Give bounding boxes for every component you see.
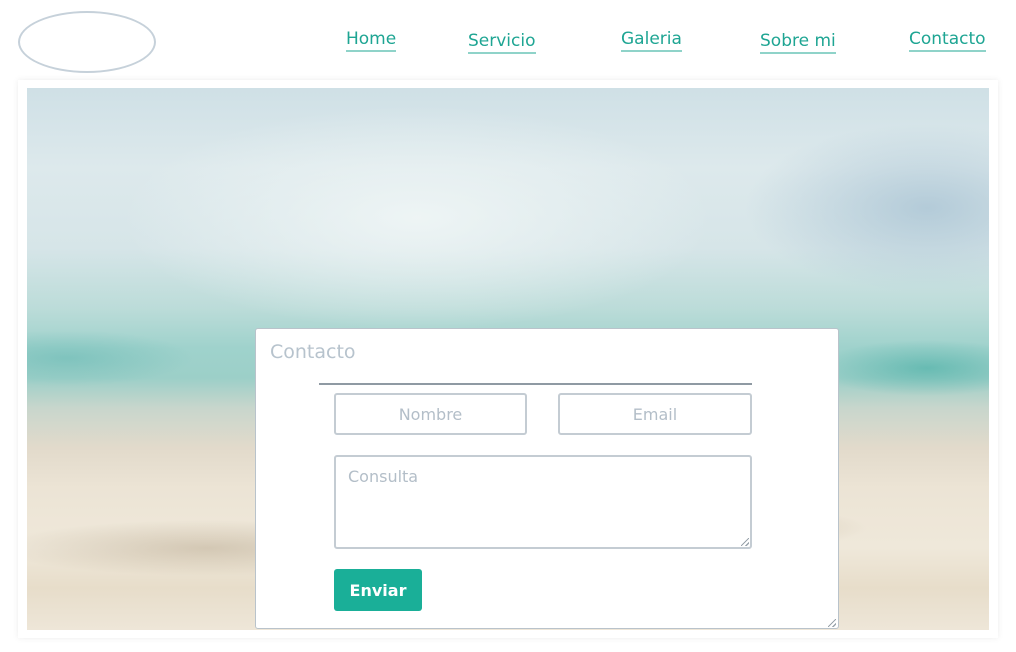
consulta-textarea[interactable] — [334, 455, 752, 549]
nav-link-galeria[interactable]: Galeria — [621, 29, 682, 52]
textarea-resize-handle[interactable] — [741, 538, 749, 546]
contact-form-card: Contacto Enviar — [255, 328, 839, 629]
email-input[interactable] — [558, 393, 752, 435]
nav-link-home[interactable]: Home — [346, 29, 397, 52]
enviar-button[interactable]: Enviar — [334, 569, 422, 611]
contact-form-title: Contacto — [270, 341, 356, 363]
nav-link-servicio[interactable]: Servicio — [468, 31, 536, 54]
beach-background-image: Contacto Enviar — [27, 88, 989, 630]
card-resize-handle[interactable] — [828, 619, 836, 627]
page: Home Servicio Galeria Sobre mi Contacto … — [0, 0, 1016, 652]
nav-link-contacto[interactable]: Contacto — [909, 29, 986, 52]
nombre-input[interactable] — [334, 393, 527, 435]
nav-link-sobre-mi[interactable]: Sobre mi — [760, 31, 836, 54]
title-divider — [319, 383, 752, 385]
main-nav: Home Servicio Galeria Sobre mi Contacto — [0, 0, 1016, 80]
